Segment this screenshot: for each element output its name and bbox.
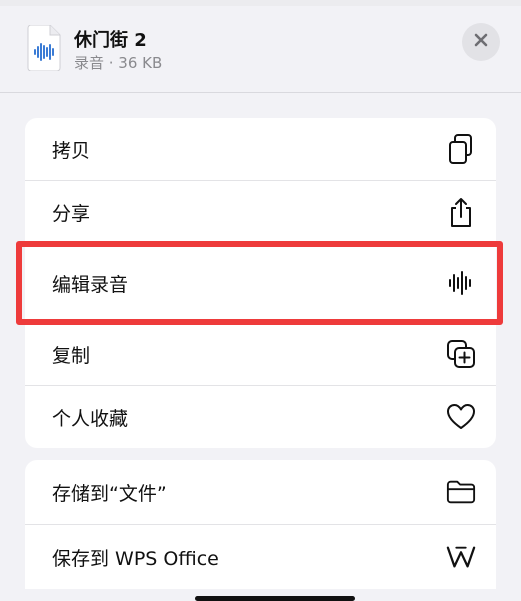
audio-file-icon (26, 24, 62, 72)
action-edit-recording[interactable]: 编辑录音 (25, 244, 496, 323)
home-indicator (195, 596, 355, 601)
share-sheet-header: 休门街 2 录音 · 36 KB (0, 6, 521, 93)
primary-actions-group: 拷贝 分享 编辑录音 复制 个人收藏 (25, 118, 496, 448)
file-title: 休门街 2 (74, 30, 147, 51)
action-label: 保存到 WPS Office (52, 547, 219, 570)
file-meta: 录音 · 36 KB (74, 54, 163, 72)
duplicate-icon (446, 339, 476, 369)
action-label: 存储到“文件” (52, 482, 167, 505)
action-share[interactable]: 分享 (25, 181, 496, 244)
action-label: 个人收藏 (52, 407, 129, 430)
action-label: 拷贝 (52, 139, 91, 162)
action-label: 复制 (52, 344, 91, 367)
close-button[interactable] (462, 23, 500, 61)
folder-icon (446, 477, 476, 507)
action-favorite[interactable]: 个人收藏 (25, 386, 496, 448)
close-icon (473, 32, 489, 52)
action-label: 编辑录音 (52, 273, 129, 296)
secondary-actions-group: 存储到“文件” 保存到 WPS Office (25, 460, 496, 589)
action-duplicate[interactable]: 复制 (25, 323, 496, 386)
action-copy[interactable]: 拷贝 (25, 118, 496, 181)
wps-logo-icon (446, 542, 476, 572)
copy-icon (446, 134, 476, 164)
heart-icon (446, 402, 476, 432)
share-icon (446, 197, 476, 227)
action-save-to-files[interactable]: 存储到“文件” (25, 460, 496, 525)
action-label: 分享 (52, 202, 91, 225)
action-save-to-wps[interactable]: 保存到 WPS Office (25, 525, 496, 589)
waveform-icon (446, 268, 476, 298)
